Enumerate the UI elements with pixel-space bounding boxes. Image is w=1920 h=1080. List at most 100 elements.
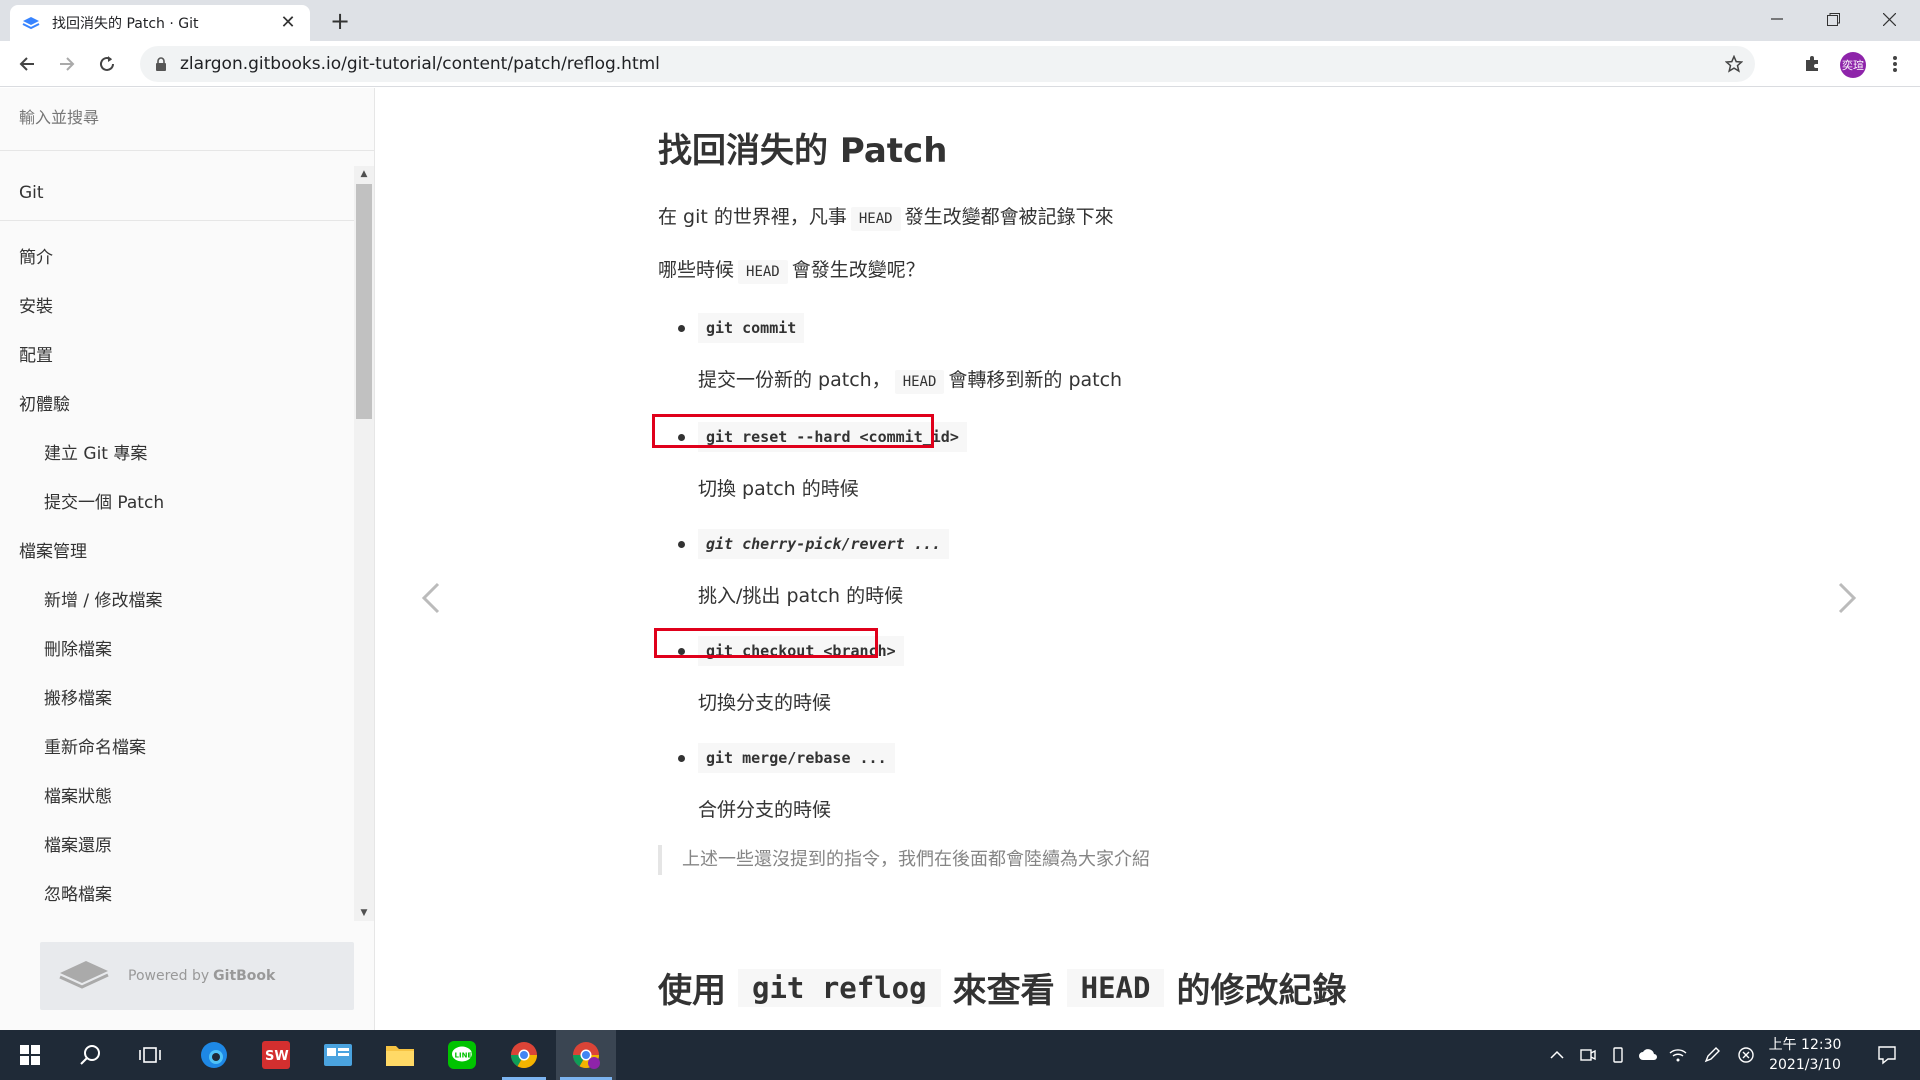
nav-item-commit-patch[interactable]: 提交一個 Patch — [0, 476, 355, 525]
chrome-profile-icon[interactable] — [556, 1030, 616, 1080]
book-sidebar: Git 簡介 安裝 配置 初體驗 建立 Git 專案 提交一個 Patch 檔案… — [0, 88, 375, 1030]
previous-page-chevron-icon[interactable] — [421, 578, 441, 622]
control-panel-icon[interactable] — [308, 1030, 368, 1080]
heading-text: 使用 — [658, 971, 726, 1011]
minimize-icon[interactable] — [1749, 0, 1805, 38]
nav-item-first-try[interactable]: 初體驗 — [0, 378, 355, 427]
chrome-icon[interactable] — [494, 1030, 554, 1080]
head-code: HEAD — [894, 370, 945, 394]
forward-arrow-icon[interactable] — [52, 49, 82, 79]
bookmark-star-icon[interactable] — [1719, 49, 1749, 79]
restore-icon[interactable] — [1805, 0, 1861, 38]
heading-code: git reflog — [738, 968, 941, 1007]
nav-item-move-file[interactable]: 搬移檔案 — [0, 672, 355, 721]
article: 找回消失的 Patch 在 git 的世界裡，凡事 HEAD 發生改變都會被記錄下來… — [652, 123, 1558, 1012]
head-code: HEAD — [850, 207, 901, 231]
nav-item-install[interactable]: 安裝 — [0, 280, 355, 329]
gitbook-logo-icon — [58, 957, 110, 995]
line-app-icon[interactable]: LINE — [432, 1030, 492, 1080]
meet-now-icon[interactable] — [1574, 1030, 1602, 1080]
tab-title: 找回消失的 Patch · Git — [52, 16, 199, 32]
powered-by-gitbook-link[interactable]: Powered by GitBook — [40, 942, 354, 1010]
nav-item-delete-file[interactable]: 刪除檔案 — [0, 623, 355, 672]
nav-item-intro[interactable]: 簡介 — [0, 231, 355, 280]
scroll-down-arrow-icon[interactable]: ▼ — [354, 905, 374, 921]
desc-text: 提交一份新的 patch， — [698, 369, 891, 391]
bullet-icon — [678, 541, 685, 548]
page-title: 找回消失的 Patch — [658, 131, 948, 171]
url-text[interactable]: zlargon.gitbooks.io/git-tutorial/content… — [180, 54, 1719, 74]
note-blockquote: 上述一些還沒提到的指令，我們在後面都會陸續為大家介紹 — [658, 845, 1558, 875]
heading-text: 的修改紀錄 — [1176, 971, 1347, 1011]
show-hidden-icons-chevron-icon[interactable] — [1543, 1030, 1571, 1080]
intro-paragraph-1: 在 git 的世界裡，凡事 HEAD 發生改變都會被記錄下來 — [658, 202, 1558, 234]
extensions-puzzle-icon[interactable] — [1797, 49, 1827, 79]
book-title-link[interactable]: Git — [0, 166, 355, 221]
notification-center-icon[interactable] — [1862, 1030, 1912, 1080]
command-code: git cherry-pick/revert ... — [698, 529, 949, 559]
section-heading: 使用 git reflog 來查看 HEAD 的修改紀錄 — [658, 963, 1558, 1012]
scroll-up-arrow-icon[interactable]: ▲ — [354, 166, 374, 182]
nav-item-restore-file[interactable]: 檔案還原 — [0, 819, 355, 868]
list-item: git merge/rebase ... 合併分支的時候 — [658, 738, 1558, 825]
solidworks-icon[interactable]: SW — [246, 1030, 306, 1080]
scroll-up-arrow-icon[interactable]: ▲ — [1898, 88, 1900, 104]
windows-start-icon[interactable] — [0, 1030, 60, 1080]
scroll-down-arrow-icon[interactable]: ▼ — [1898, 1014, 1900, 1030]
red-highlight-box — [652, 414, 934, 448]
desc-text: 會轉移到新的 patch — [948, 369, 1123, 391]
back-arrow-icon[interactable] — [12, 49, 42, 79]
address-bar[interactable]: zlargon.gitbooks.io/git-tutorial/content… — [140, 46, 1755, 82]
new-tab-button[interactable]: + — [326, 8, 354, 36]
command-description: 合併分支的時候 — [698, 799, 832, 821]
search-icon[interactable] — [60, 1030, 120, 1080]
nav-item-add-modify-file[interactable]: 新增 / 修改檔案 — [0, 574, 355, 623]
gitbook-favicon-icon — [22, 14, 40, 32]
volume-muted-icon[interactable] — [1732, 1030, 1760, 1080]
close-tab-icon[interactable]: ✕ — [278, 13, 298, 33]
file-explorer-icon[interactable] — [370, 1030, 430, 1080]
browser-toolbar: zlargon.gitbooks.io/git-tutorial/content… — [0, 41, 1920, 87]
onedrive-cloud-icon[interactable] — [1634, 1030, 1662, 1080]
sidebar-scrollbar[interactable]: ▲ ▼ — [354, 166, 374, 921]
nav-item-rename-file[interactable]: 重新命名檔案 — [0, 721, 355, 770]
command-description: 挑入/挑出 patch 的時候 — [698, 585, 904, 607]
lock-icon[interactable] — [152, 55, 170, 73]
summary-nav: Git 簡介 安裝 配置 初體驗 建立 Git 專案 提交一個 Patch 檔案… — [0, 166, 355, 917]
next-page-chevron-icon[interactable] — [1837, 578, 1857, 622]
list-item: git reset --hard <commit_id> 切換 patch 的時… — [652, 414, 1558, 504]
browser-tab[interactable]: 找回消失的 Patch · Git ✕ — [10, 5, 310, 41]
scrollbar-thumb[interactable] — [356, 184, 372, 419]
edge-browser-icon[interactable] — [184, 1030, 244, 1080]
clock-date: 2021/3/10 — [1769, 1057, 1841, 1073]
close-window-icon[interactable] — [1861, 0, 1917, 38]
nav-item-config[interactable]: 配置 — [0, 329, 355, 378]
task-view-icon[interactable] — [120, 1030, 180, 1080]
gitbook-text: GitBook — [213, 968, 276, 984]
nav-item-ignore-file[interactable]: 忽略檔案 — [0, 868, 355, 917]
search-box — [0, 88, 374, 151]
menu-dots-icon[interactable] — [1880, 49, 1910, 79]
profile-avatar[interactable]: 奕瑄 — [1840, 52, 1866, 78]
list-item: git commit 提交一份新的 patch， HEAD 會轉移到新的 patch — [658, 308, 1558, 397]
search-input[interactable] — [19, 108, 349, 127]
nav-item-create-project[interactable]: 建立 Git 專案 — [0, 427, 355, 476]
page-scrollbar[interactable]: ▲ ▼ — [1898, 88, 1900, 1030]
intro-text: 在 git 的世界裡，凡事 — [658, 206, 847, 228]
nav-item-file-status[interactable]: 檔案狀態 — [0, 770, 355, 819]
list-item: git checkout <branch> 切換分支的時候 — [654, 628, 1558, 718]
wifi-icon[interactable] — [1664, 1030, 1692, 1080]
pen-icon[interactable] — [1698, 1030, 1726, 1080]
svg-text:LINE: LINE — [455, 1052, 473, 1060]
list-item: git cherry-pick/revert ... 挑入/挑出 patch 的… — [658, 524, 1558, 611]
taskbar-clock[interactable]: 上午 12:30 2021/3/10 — [1763, 1035, 1847, 1075]
bullet-icon — [678, 325, 685, 332]
windows-taskbar: SW LINE 上午 12:30 2021/3/10 — [0, 1030, 1920, 1080]
usb-device-icon[interactable] — [1604, 1030, 1632, 1080]
heading-code: HEAD — [1066, 968, 1165, 1007]
reload-icon[interactable] — [92, 49, 122, 79]
nav-item-file-management[interactable]: 檔案管理 — [0, 525, 355, 574]
intro-text: 發生改變都會被記錄下來 — [904, 206, 1114, 228]
bullet-icon — [678, 755, 685, 762]
command-code: git commit — [698, 313, 805, 343]
